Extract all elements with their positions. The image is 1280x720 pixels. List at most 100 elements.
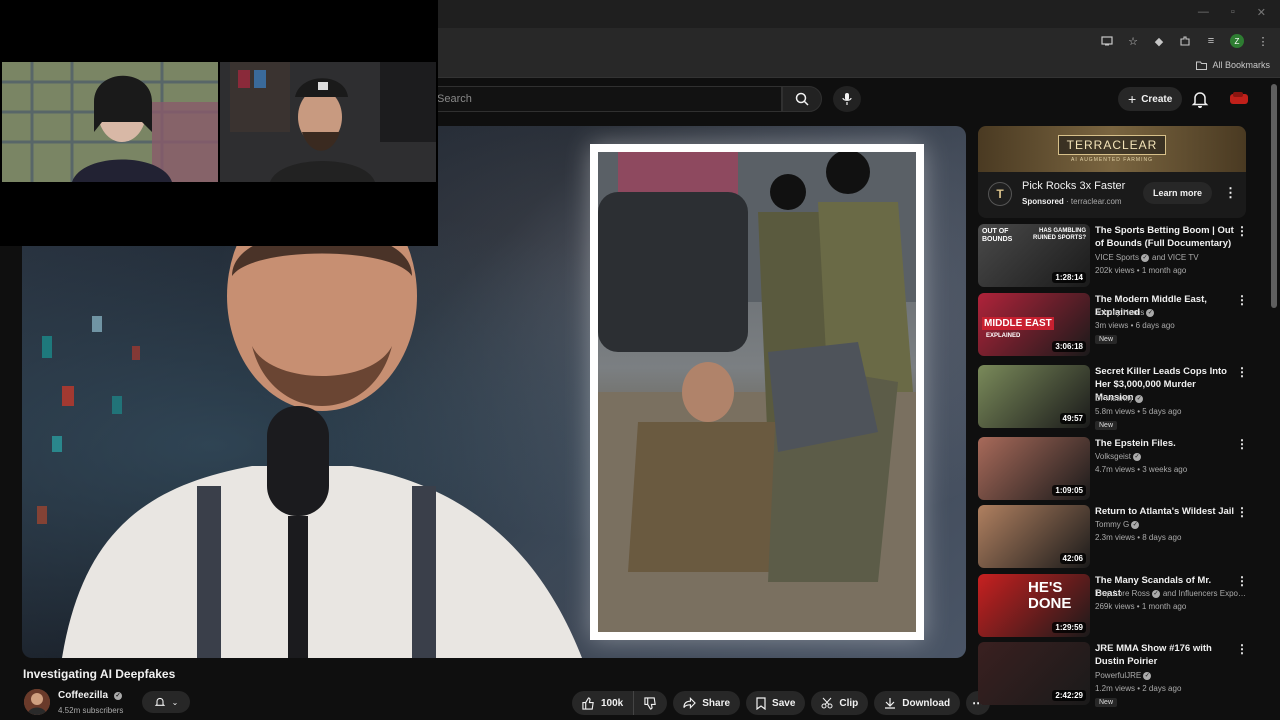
ad-menu-icon[interactable]: ⋮: [1224, 184, 1237, 202]
video-title: Investigating AI Deepfakes: [23, 667, 176, 681]
all-bookmarks-label: All Bookmarks: [1212, 60, 1270, 70]
recommendation-item[interactable]: 2:42:29 JRE MMA Show #176 with Dustin Poi…: [978, 642, 1248, 707]
recommendation-stats: 2.3m views • 8 days ago: [1095, 533, 1182, 542]
search-icon: [795, 92, 809, 106]
subscription-notifications-button[interactable]: ⌄: [142, 691, 190, 713]
recommendation-item[interactable]: 1:28:14 OUT OF BOUNDS HAS GAMBLING RUINED …: [978, 224, 1248, 288]
recommendation-channel[interactable]: Johnny Harris ✓: [1095, 308, 1245, 317]
all-bookmarks-button[interactable]: All Bookmarks: [1196, 60, 1270, 70]
recommendation-title[interactable]: Return to Atlanta's Wildest Jail: [1095, 505, 1235, 518]
recommendation-channel[interactable]: Dr Insanity ✓: [1095, 394, 1245, 403]
recommendation-title[interactable]: The Epstein Files.: [1095, 437, 1235, 450]
recommendation-thumbnail[interactable]: 1:09:05: [978, 437, 1090, 500]
clip-label: Clip: [839, 697, 859, 709]
inset-thumbnail-image: [590, 144, 924, 640]
minimize-icon[interactable]: —: [1198, 6, 1209, 19]
verified-check-icon: ✓: [1131, 520, 1140, 529]
thumbs-up-icon: [582, 696, 594, 710]
recommendation-stats: 4.7m views • 3 weeks ago: [1095, 465, 1188, 474]
recommendation-thumbnail[interactable]: 2:42:29: [978, 642, 1090, 705]
share-button[interactable]: Share: [673, 691, 741, 715]
new-badge: New: [1095, 421, 1118, 430]
extension-diamond-icon[interactable]: ◆: [1152, 34, 1166, 48]
more-options-icon[interactable]: ⋮: [1236, 437, 1248, 451]
page-scrollbar[interactable]: [1271, 84, 1277, 308]
media-controls-icon[interactable]: ≡: [1204, 34, 1218, 48]
download-button[interactable]: Download: [874, 691, 961, 715]
create-button[interactable]: + Create: [1118, 87, 1183, 111]
recommendation-channel[interactable]: VICE Sports ✓ and VICE TV: [1095, 253, 1245, 262]
like-button[interactable]: 100k: [572, 691, 635, 715]
recommendation-item[interactable]: 3:06:18 MIDDLE EAST EXPLAINED The Modern Mi…: [978, 293, 1248, 357]
more-options-icon[interactable]: ⋮: [1236, 642, 1248, 656]
ad-domain: terraclear.com: [1070, 197, 1122, 206]
install-app-icon[interactable]: [1100, 34, 1114, 48]
plus-icon: +: [1128, 91, 1137, 107]
recommendation-thumbnail[interactable]: 42:06: [978, 505, 1090, 568]
recommendation-channel[interactable]: Tommy G ✓: [1095, 520, 1245, 529]
recommendation-item[interactable]: 1:29:59 HE'S DONE The Many Scandals of Mr.…: [978, 574, 1248, 638]
recommendation-channel[interactable]: PowerfulJRE ✓: [1095, 671, 1245, 680]
window-controls: — ▫ ✕: [1198, 6, 1266, 19]
recommendation-item[interactable]: 1:09:05 The Epstein Files. Volksgeist ✓ 4.7m…: [978, 437, 1248, 501]
ad-meta: Sponsored · terraclear.com: [1022, 197, 1122, 206]
recommendation-item[interactable]: 49:57 Secret Killer Leads Cops Into Her $…: [978, 365, 1248, 430]
voice-search-button[interactable]: [833, 86, 861, 112]
toolbar-icons: ☆ ◆ ≡ Z ⋮: [1100, 34, 1270, 48]
like-dislike-group: 100k: [572, 691, 668, 715]
webcam-overlay: [0, 0, 438, 246]
channel-avatar[interactable]: [24, 689, 50, 715]
channel-name-text: Trap Lore Ross: [1095, 589, 1150, 598]
clip-button[interactable]: Clip: [811, 691, 869, 715]
bookmark-star-icon[interactable]: ☆: [1126, 34, 1140, 48]
save-button[interactable]: Save: [746, 691, 806, 715]
more-options-icon[interactable]: ⋮: [1236, 293, 1248, 307]
account-avatar[interactable]: [1228, 89, 1250, 109]
search-button[interactable]: [782, 86, 822, 112]
channel-name[interactable]: Coffeezilla ✓: [58, 690, 123, 701]
video-duration: 42:06: [1059, 553, 1086, 564]
more-options-icon[interactable]: ⋮: [1236, 365, 1248, 379]
verified-check-icon: ✓: [1141, 253, 1150, 262]
recommendation-title[interactable]: JRE MMA Show #176 with Dustin Poirier: [1095, 642, 1235, 668]
extensions-puzzle-icon[interactable]: [1178, 34, 1192, 48]
new-badge: New: [1095, 335, 1118, 344]
share-label: Share: [702, 697, 731, 709]
recommendation-thumbnail[interactable]: 1:29:59 HE'S DONE: [978, 574, 1090, 637]
thumbnail-text: HAS GAMBLING RUINED SPORTS?: [1032, 228, 1086, 241]
folder-icon: [1196, 61, 1208, 70]
restore-icon[interactable]: ▫: [1231, 6, 1235, 19]
more-options-icon[interactable]: ⋮: [1236, 224, 1248, 238]
dislike-button[interactable]: [634, 691, 667, 715]
more-options-icon[interactable]: ⋮: [1236, 505, 1248, 519]
webcam-feed-left: [2, 62, 218, 182]
browser-menu-icon[interactable]: ⋮: [1256, 34, 1270, 48]
channel-collab-text: and Influencers Expo…: [1162, 589, 1245, 598]
address-bar[interactable]: [438, 33, 1074, 53]
bell-icon: [1191, 92, 1209, 108]
channel-name-text: Volksgeist: [1095, 452, 1132, 461]
sponsored-ad-card[interactable]: TERRACLEAR AI AUGMENTED FARMING T Pick R…: [978, 126, 1246, 218]
video-duration: 1:29:59: [1052, 622, 1086, 633]
channel-name-text: Dr Insanity: [1095, 394, 1134, 403]
channel-name-text: Coffeezilla: [58, 690, 109, 701]
recommendation-channel[interactable]: Trap Lore Ross ✓ and Influencers Expo…: [1095, 589, 1245, 598]
search-input[interactable]: Search: [410, 86, 782, 112]
close-icon[interactable]: ✕: [1257, 6, 1266, 19]
new-badge: New: [1095, 698, 1118, 707]
notifications-button[interactable]: [1190, 89, 1210, 109]
recommendation-thumbnail[interactable]: 49:57: [978, 365, 1090, 428]
recommendation-thumbnail[interactable]: 1:28:14 OUT OF BOUNDS HAS GAMBLING RUINED …: [978, 224, 1090, 287]
ad-banner-title: TERRACLEAR: [1057, 135, 1167, 155]
profile-avatar[interactable]: Z: [1230, 34, 1244, 48]
more-options-icon[interactable]: ⋮: [1236, 574, 1248, 588]
recommendation-title[interactable]: The Sports Betting Boom | Out of Bounds …: [1095, 224, 1235, 250]
channel-name-text: PowerfulJRE: [1095, 671, 1142, 680]
recommendation-channel[interactable]: Volksgeist ✓: [1095, 452, 1245, 461]
thumbnail-text: HE'S DONE: [1028, 579, 1072, 612]
recommendation-thumbnail[interactable]: 3:06:18 MIDDLE EAST EXPLAINED: [978, 293, 1090, 356]
create-label: Create: [1141, 93, 1173, 105]
learn-more-button[interactable]: Learn more: [1143, 182, 1213, 204]
recommendation-item[interactable]: 42:06 Return to Atlanta's Wildest Jail Tom…: [978, 505, 1248, 569]
channel-collab-text: and VICE TV: [1152, 253, 1199, 262]
